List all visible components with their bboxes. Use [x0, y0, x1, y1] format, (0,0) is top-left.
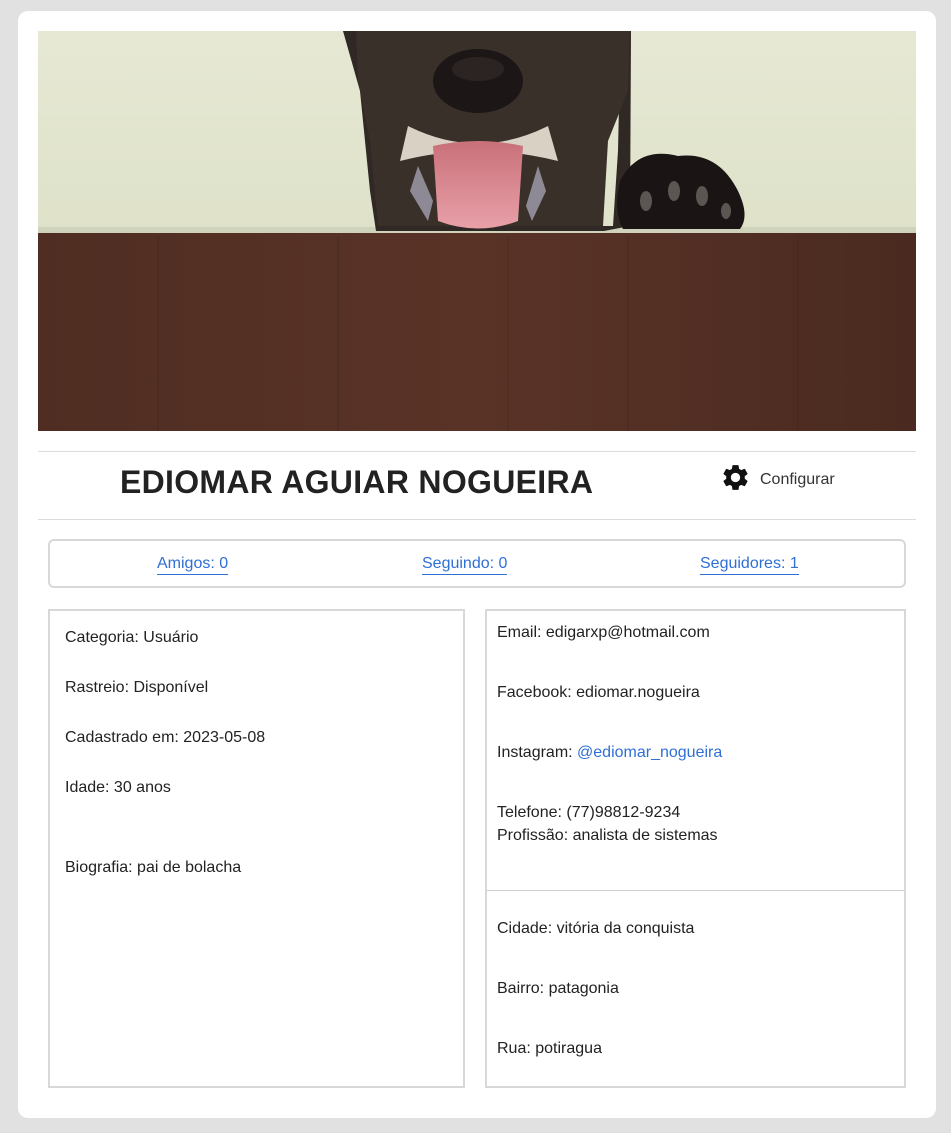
category-field: Categoria: Usuário	[65, 629, 199, 646]
facebook-field: Facebook: ediomar.nogueira	[497, 684, 700, 701]
profile-name: EDIOMAR AGUIAR NOGUEIRA	[120, 464, 594, 500]
followers-link[interactable]: Seguidores: 1	[700, 554, 799, 575]
contact-panel: Email: edigarxp@hotmail.com Facebook: ed…	[485, 609, 906, 1088]
profile-card: EDIOMAR AGUIAR NOGUEIRA Configurar Amigo…	[18, 11, 936, 1118]
tracking-field: Rastreio: Disponível	[65, 679, 209, 696]
instagram-field: Instagram: @ediomar_nogueira	[497, 744, 722, 762]
stats-bar: Amigos: 0 Seguindo: 0 Seguidores: 1	[48, 539, 906, 588]
bio-field: Biografia: pai de bolacha	[65, 859, 242, 876]
config-button[interactable]: Configurar	[720, 462, 835, 498]
profile-header: EDIOMAR AGUIAR NOGUEIRA Configurar	[38, 451, 916, 520]
following-link[interactable]: Seguindo: 0	[422, 554, 508, 575]
profession-field: Profissão: analista de sistemas	[497, 827, 718, 844]
panel-divider	[487, 890, 904, 891]
config-label: Configurar	[760, 471, 835, 488]
info-panel: Categoria: Usuário Rastreio: Disponível …	[48, 609, 465, 1088]
instagram-label: Instagram:	[497, 744, 578, 761]
city-field: Cidade: vitória da conquista	[497, 920, 695, 937]
district-field: Bairro: patagonia	[497, 980, 619, 997]
email-field: Email: edigarxp@hotmail.com	[497, 624, 710, 641]
gear-icon	[720, 462, 751, 498]
cover-photo	[38, 31, 916, 431]
registered-field: Cadastrado em: 2023-05-08	[65, 729, 266, 746]
phone-field: Telefone: (77)98812-9234	[497, 804, 681, 821]
age-field: Idade: 30 anos	[65, 779, 171, 796]
street-field: Rua: potiragua	[497, 1040, 602, 1057]
instagram-link[interactable]: @ediomar_nogueira	[577, 744, 722, 761]
friends-link[interactable]: Amigos: 0	[157, 554, 229, 575]
